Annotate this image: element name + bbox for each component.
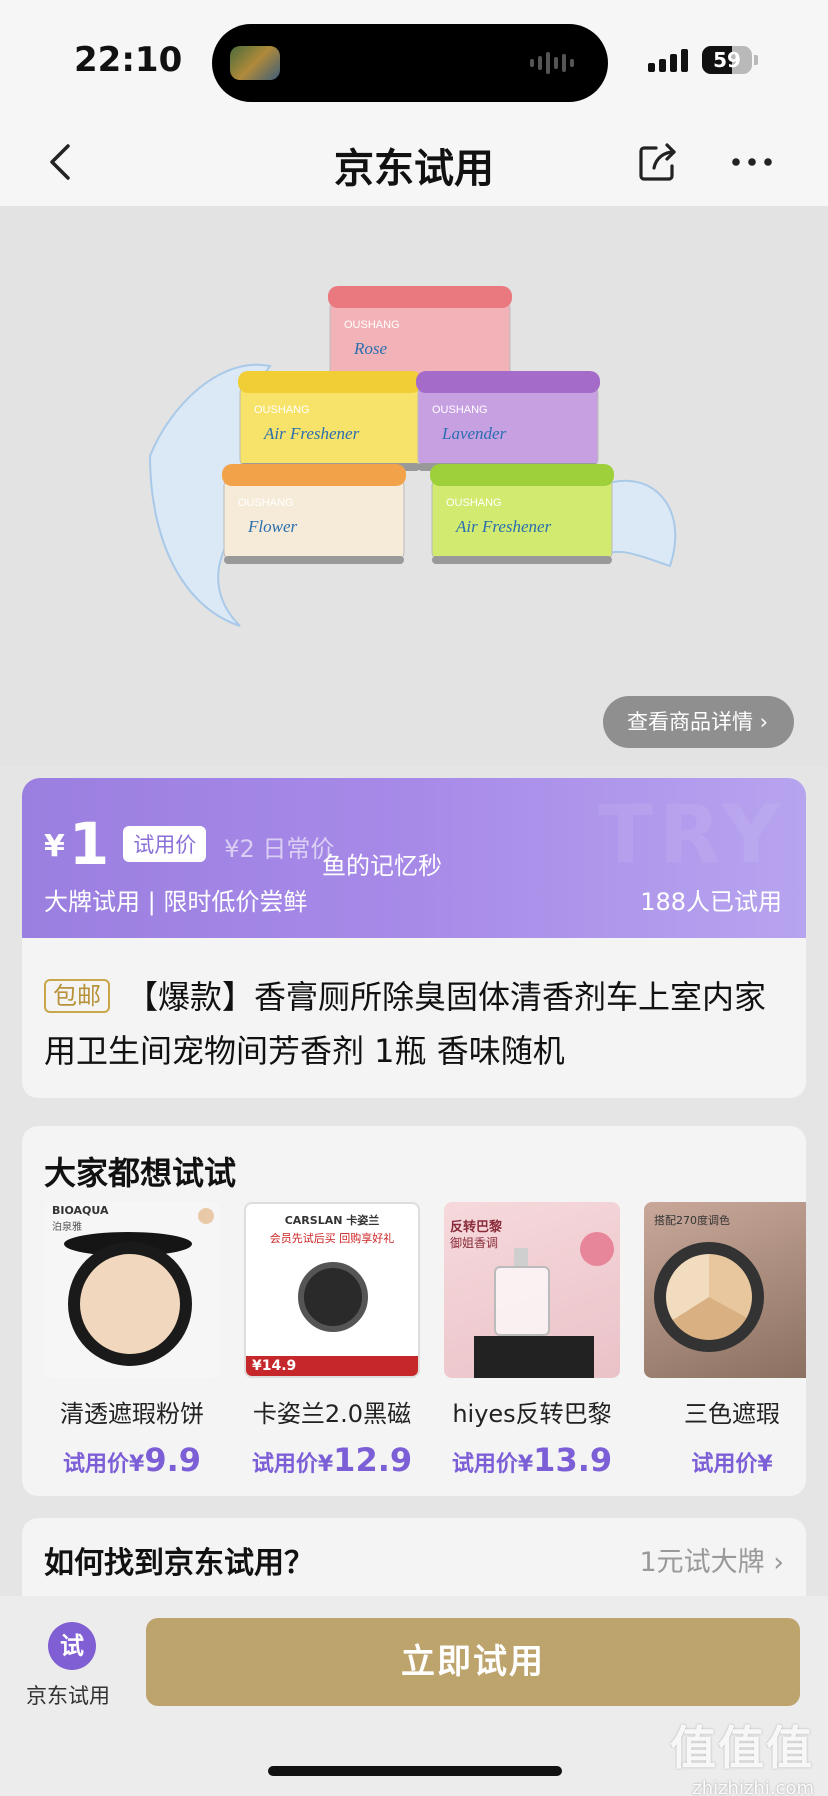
recommend-item-image[interactable]: 反转巴黎 御姐香调 [444,1202,620,1378]
product-title-card: 包邮 【爆款】香膏厕所除臭固体清香剂车上室内家用卫生间宠物间芳香剂 1瓶 香味随机 [22,938,806,1098]
tin-label: Air Freshener [455,517,552,536]
recommend-item-image[interactable]: CARSLAN 卡姿兰 会员先试后买 回购享好礼 ¥14.9 [244,1202,420,1378]
tin-base [432,556,612,564]
tin-brand: OUSHANG [446,497,502,509]
perfume-cap [514,1248,528,1266]
cushion-case [298,1262,368,1332]
tin-lid [416,371,600,393]
product-image-area[interactable]: OUSHANG Rose OUSHANG Air Freshener OUSHANG La… [0,206,828,766]
tin-brand: OUSHANG [254,404,310,416]
powder-swatch [198,1208,214,1224]
nav-bar: 京东试用 [0,118,828,206]
free-shipping-badge: 包邮 [44,979,110,1013]
trial-price-tag: 试用价 [123,826,207,862]
site-watermark: 值值值 zhizhizhi.com [670,1712,814,1796]
battery-cap [754,55,758,65]
tin-lid [430,464,614,486]
image-sub-text: 搭配270度调色 [654,1214,730,1227]
try-now-button[interactable]: 立即试用 [146,1618,800,1706]
image-price-text: ¥14.9 [252,1358,297,1374]
image-sub-text: 泊泉雅 [52,1222,82,1233]
jd-trial-logo-icon[interactable]: 试 [48,1622,96,1670]
how-to-find-link[interactable]: 1元试大牌 › [639,1540,784,1579]
battery-level: 59 [713,48,741,72]
tin-brand: OUSHANG [344,319,400,331]
recommend-item-price: 试用价¥9.9 [63,1441,201,1479]
tin-lid [222,464,406,486]
tin-label: Flower [247,517,297,536]
bottom-action-bar: 试 京东试用 立即试用 值值值 zhizhizhi.com [0,1596,828,1796]
share-icon[interactable] [636,140,680,184]
tin-label: Air Freshener [263,424,360,443]
home-indicator[interactable] [268,1766,562,1776]
recommend-item-image[interactable]: BIOAQUA 泊泉雅 [44,1202,220,1378]
image-sub-text: 会员先试后买 回购享好礼 [269,1232,395,1245]
price-banner: TRY ¥ 1 试用价 ¥2 日常价 鱼的记忆秒 大牌试用 | 限时低价尝鲜 1… [22,778,806,938]
recommend-item[interactable]: BIOAQUA 泊泉雅 清透遮瑕粉饼 试用价¥9.9 [44,1202,220,1479]
compact-powder [80,1254,180,1354]
more-icon[interactable] [728,140,776,184]
freshener-tin: OUSHANG Air Freshener [430,464,614,564]
cellular-signal-icon [648,48,688,72]
image-brand-text: CARSLAN 卡姿兰 [284,1214,380,1227]
recommend-item-price: 试用价¥12.9 [251,1441,413,1479]
product-title-text: 【爆款】香膏厕所除臭固体清香剂车上室内家用卫生间宠物间芳香剂 1瓶 香味随机 [44,978,767,1070]
image-sub-text: 御姐香调 [450,1236,499,1250]
now-playing-thumbnail [230,46,280,80]
recommend-item-name: 卡姿兰2.0黑磁 [252,1400,412,1428]
recommend-title: 大家都想试试 [44,1154,237,1192]
currency-symbol: ¥ [44,829,65,864]
tin-lid [328,286,512,308]
recommend-item-price: 试用价¥13.9 [451,1441,613,1479]
original-price: ¥2 日常价 [224,835,335,863]
concealer-palette [666,1254,752,1340]
tin-label: Lavender [441,424,507,443]
image-brand-text: 反转巴黎 [450,1220,503,1235]
freshener-tin: OUSHANG Air Freshener [238,371,422,471]
perfume-box [474,1336,594,1378]
banner-watermark: TRY [598,788,786,881]
recommend-item[interactable]: CARSLAN 卡姿兰 会员先试后买 回购享好礼 ¥14.9 卡姿兰2.0黑磁 … [244,1202,420,1479]
tin-lid [238,371,422,393]
site-watermark-logo: 值值值 [670,1721,814,1775]
recommend-item[interactable]: 搭配270度调色 三色遮瑕 试用价¥ [644,1202,806,1479]
recommend-item-name: 三色遮瑕 [684,1400,780,1428]
recommend-section: 大家都想试试 BIOAQUA 泊泉雅 清透遮瑕粉饼 试用价¥9.9 CARSLA… [22,1126,806,1496]
dynamic-island[interactable] [212,24,608,102]
perfume-bottle [494,1266,550,1336]
site-watermark-url: zhizhizhi.com [692,1778,814,1796]
recommend-item-price: 试用价¥ [691,1452,773,1477]
price-row: ¥ 1 试用价 ¥2 日常价 [44,810,335,878]
page-title: 京东试用 [334,146,494,192]
product-image[interactable]: OUSHANG Rose OUSHANG Air Freshener OUSHANG La… [0,206,828,686]
banner-slogan: 大牌试用 | 限时低价尝鲜 [44,888,308,916]
status-bar: 22:10 59 [0,0,828,118]
recommend-list[interactable]: BIOAQUA 泊泉雅 清透遮瑕粉饼 试用价¥9.9 CARSLAN 卡姿兰 会… [44,1202,806,1492]
tin-brand: OUSHANG [432,404,488,416]
how-to-find-card[interactable]: 如何找到京东试用？ 1元试大牌 › [22,1518,806,1598]
recommend-item-image[interactable]: 搭配270度调色 [644,1202,806,1378]
tried-count: 188人已试用 [640,888,782,916]
product-title: 包邮 【爆款】香膏厕所除臭固体清香剂车上室内家用卫生间宠物间芳香剂 1瓶 香味随机 [44,970,794,1078]
trial-price: 1 [68,810,110,878]
status-time: 22:10 [74,40,183,80]
how-to-find-title: 如何找到京东试用？ [44,1546,314,1581]
view-details-button[interactable]: 查看商品详情 › [603,696,794,748]
battery-icon: 59 [702,46,752,74]
recommend-item-name: 清透遮瑕粉饼 [60,1400,204,1428]
flower-decoration [580,1232,614,1266]
freshener-tin: OUSHANG Lavender [416,371,600,471]
tin-label: Rose [353,339,388,358]
recommend-item[interactable]: 反转巴黎 御姐香调 hiyes反转巴黎 试用价¥13.9 [444,1202,620,1479]
user-watermark: 鱼的记忆秒 [322,852,442,880]
freshener-tin: OUSHANG Flower [222,464,406,564]
jd-trial-label[interactable]: 京东试用 [26,1680,110,1710]
tin-base [224,556,404,564]
tin-brand: OUSHANG [238,497,294,509]
image-brand-text: BIOAQUA [52,1204,109,1217]
recommend-item-name: hiyes反转巴黎 [452,1400,612,1428]
audio-wave-icon [530,50,586,76]
